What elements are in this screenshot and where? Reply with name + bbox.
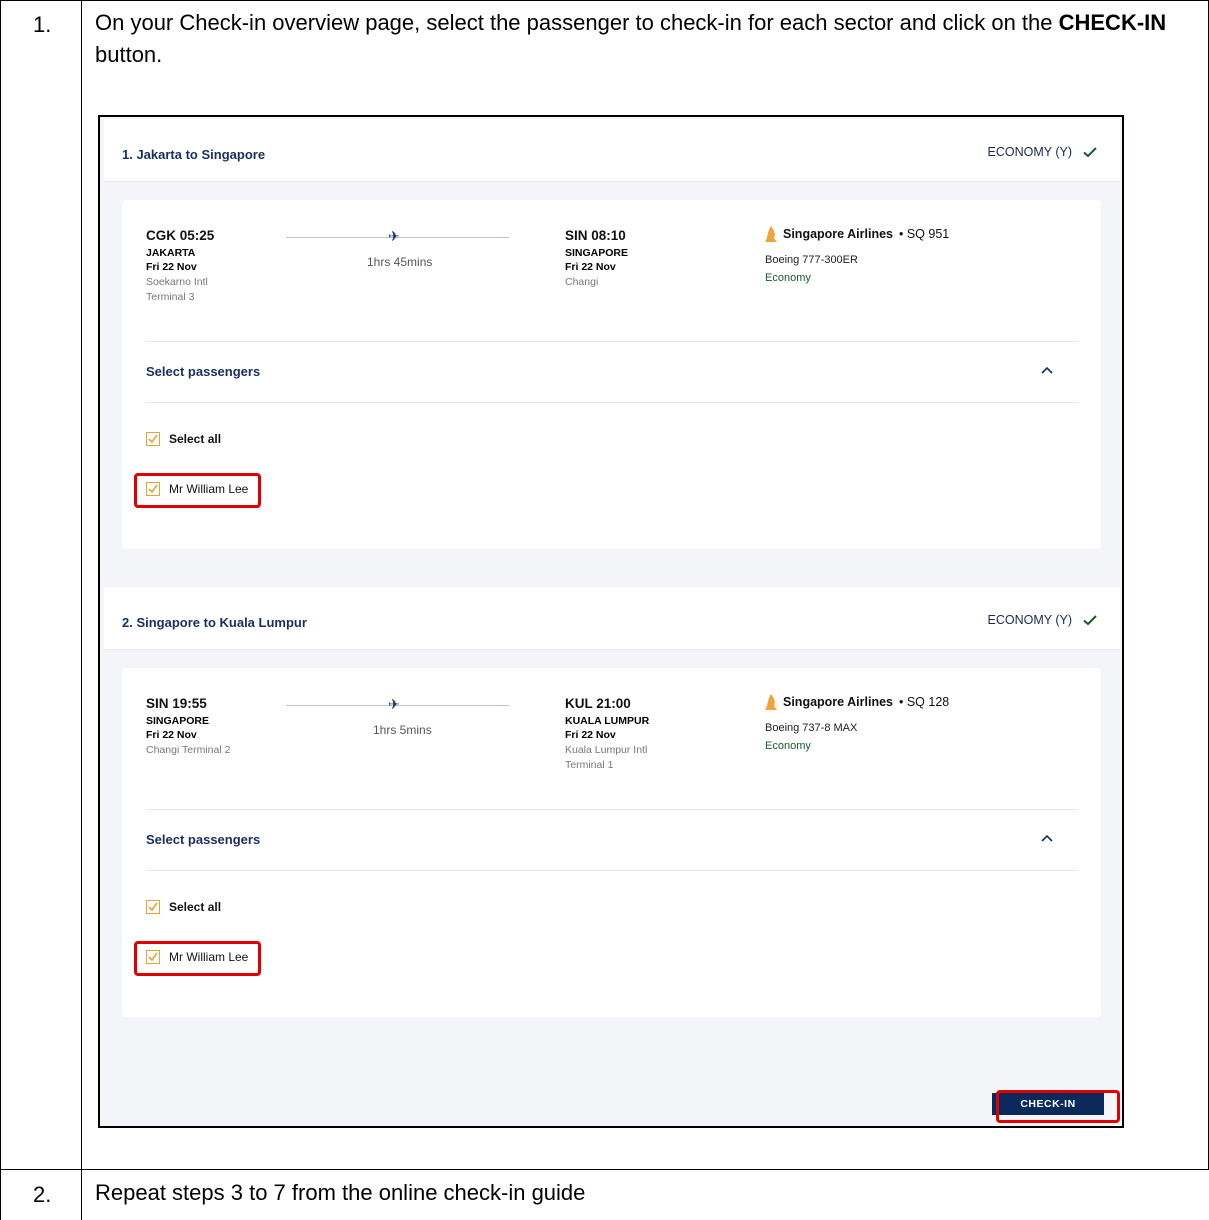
step-instruction: On your Check-in overview page, select t… [95,7,1195,71]
table-row-divider [0,1169,1209,1170]
flight-number: • SQ 128 [898,695,950,709]
arrival-time: SIN 08:10 [565,228,626,243]
select-all-checkbox[interactable] [146,900,160,914]
departure-info: SIN 19:55 SINGAPORE Fri 22 Nov Changi Te… [146,696,230,758]
airline-info: Singapore Airlines • SQ 128 Boeing 737-8… [765,694,949,752]
arrival-time: KUL 21:00 [565,696,631,711]
sector-header: 1. Jakarta to Singapore ECONOMY (Y) [104,119,1120,182]
table-border-top [0,0,1209,1]
sector-title: 1. Jakarta to Singapore [122,147,266,162]
select-all-checkbox[interactable] [146,432,160,446]
divider [146,402,1078,403]
cabin-class: ECONOMY (Y) [988,144,1099,160]
departure-airport: Soekarno Intl [146,276,208,288]
aircraft-type: Boeing 737-8 MAX [765,722,858,734]
departure-airport: Changi Terminal 2 [146,744,231,756]
table-column-divider [81,0,82,1220]
airline-info: Singapore Airlines • SQ 951 Boeing 777-3… [765,226,949,284]
select-all-checkbox-row[interactable]: Select all [146,900,221,914]
arrival-city: KUALA LUMPUR [565,715,650,727]
arrival-date: Fri 22 Nov [565,729,616,741]
arrival-info: SIN 08:10 SINGAPORE Fri 22 Nov Changi [565,228,628,290]
divider [146,809,1078,810]
flight-duration: 1hrs 45mins [367,255,433,269]
plane-icon: ✈ [388,696,400,712]
instruction-table: 1. On your Check-in overview page, selec… [0,0,1209,1220]
select-all-label: Select all [169,900,222,914]
check-icon [1083,147,1097,158]
flight-card: CGK 05:25 JAKARTA Fri 22 Nov Soekarno In… [122,200,1101,549]
step-text-part: button. [95,42,163,67]
divider [146,870,1078,871]
select-all-label: Select all [169,432,222,446]
cabin-class-label: ECONOMY (Y) [987,613,1073,627]
chevron-up-icon[interactable] [1041,834,1053,842]
step-text-bold: CHECK-IN [1058,10,1167,35]
arrival-terminal: Terminal 1 [565,759,614,771]
arrival-airport: Kuala Lumpur Intl [565,744,648,756]
departure-city: JAKARTA [146,247,196,259]
singapore-airlines-logo-icon [765,226,777,242]
chevron-up-icon[interactable] [1041,366,1053,374]
check-icon [1083,615,1097,626]
flight-number: • SQ 951 [898,227,950,241]
departure-info: CGK 05:25 JAKARTA Fri 22 Nov Soekarno In… [146,228,214,305]
step-number: 2. [33,1182,52,1207]
airline-name: Singapore Airlines [783,227,893,241]
departure-time: CGK 05:25 [146,228,215,243]
aircraft-type: Boeing 777-300ER [765,254,858,266]
select-all-checkbox-row[interactable]: Select all [146,432,221,446]
arrival-city: SINGAPORE [565,247,629,259]
departure-date: Fri 22 Nov [146,261,197,273]
divider [146,341,1078,342]
departure-date: Fri 22 Nov [146,729,197,741]
highlight-box [996,1090,1120,1123]
step-number: 1. [33,12,52,37]
sector-title: 2. Singapore to Kuala Lumpur [122,615,307,630]
singapore-airlines-logo-icon [765,694,777,710]
arrival-info: KUL 21:00 KUALA LUMPUR Fri 22 Nov Kuala … [565,696,649,773]
flight-card: SIN 19:55 SINGAPORE Fri 22 Nov Changi Te… [122,668,1101,1017]
sector-header: 2. Singapore to Kuala Lumpur ECONOMY (Y) [104,587,1120,650]
departure-terminal: Terminal 3 [146,291,195,303]
highlight-box [134,473,261,508]
arrival-date: Fri 22 Nov [565,261,616,273]
step-text-part: On your Check-in overview page, select t… [95,10,1059,35]
departure-city: SINGAPORE [146,715,210,727]
flight-duration: 1hrs 5mins [373,723,432,737]
checkin-overview-screenshot: 1. Jakarta to Singapore ECONOMY (Y) CGK … [98,115,1124,1128]
departure-time: SIN 19:55 [146,696,207,711]
select-passengers-heading[interactable]: Select passengers [146,364,260,379]
travel-class: Economy [765,272,811,284]
select-passengers-heading[interactable]: Select passengers [146,832,260,847]
travel-class: Economy [765,740,811,752]
table-border-left [0,0,1,1220]
plane-icon: ✈ [388,228,400,244]
airline-name: Singapore Airlines [783,695,893,709]
highlight-box [134,941,261,976]
arrival-airport: Changi [565,276,599,288]
cabin-class-label: ECONOMY (Y) [987,145,1073,159]
step-instruction: Repeat steps 3 to 7 from the online chec… [95,1180,586,1205]
cabin-class: ECONOMY (Y) [988,612,1099,628]
